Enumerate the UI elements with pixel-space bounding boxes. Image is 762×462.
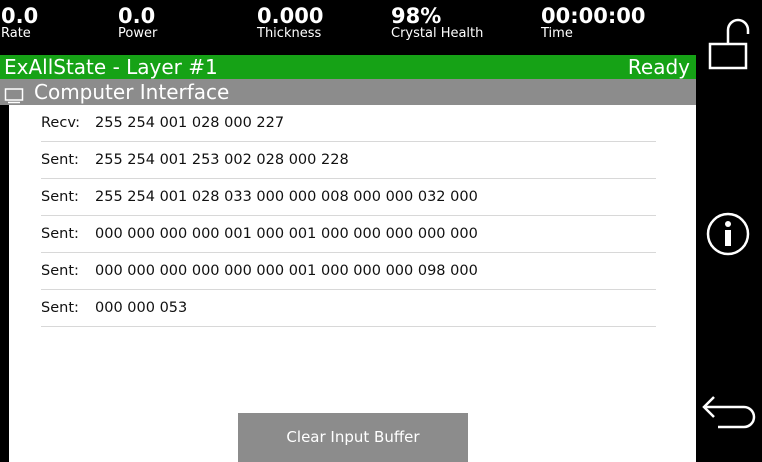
time-label: Time bbox=[541, 26, 573, 41]
log-data: 000 000 053 bbox=[95, 300, 188, 316]
crystal-health-value: 98% bbox=[391, 4, 442, 28]
log-data: 255 254 001 253 002 028 000 228 bbox=[95, 152, 349, 168]
log-kind: Sent: bbox=[41, 189, 79, 205]
log-row: Sent: 255 254 001 028 033 000 000 008 000… bbox=[41, 179, 656, 216]
side-toolbar bbox=[696, 0, 762, 462]
section-title: Computer Interface bbox=[34, 80, 230, 104]
power-readout: 0.0 Power bbox=[118, 4, 158, 41]
info-icon[interactable] bbox=[704, 210, 752, 262]
clear-input-buffer-button[interactable]: Clear Input Buffer bbox=[238, 413, 468, 462]
rate-label: Rate bbox=[1, 26, 31, 41]
log-kind: Sent: bbox=[41, 300, 79, 316]
log-row: Sent: 000 000 053 bbox=[41, 290, 656, 327]
status-bar: 0.0 Rate 0.0 Power 0.000 Thickness 98% C… bbox=[0, 0, 696, 55]
log-row: Sent: 000 000 000 000 000 000 001 000 000… bbox=[41, 253, 656, 290]
log-kind: Sent: bbox=[41, 152, 79, 168]
power-label: Power bbox=[118, 26, 158, 41]
log-row: Sent: 255 254 001 253 002 028 000 228 bbox=[41, 142, 656, 179]
rate-value: 0.0 bbox=[1, 4, 39, 28]
crystal-health-readout: 98% Crystal Health bbox=[391, 4, 484, 41]
log-row: Sent: 000 000 000 000 001 000 001 000 000… bbox=[41, 216, 656, 253]
log-kind: Sent: bbox=[41, 263, 79, 279]
log-data: 000 000 000 000 001 000 001 000 000 000 … bbox=[95, 226, 478, 242]
layer-status-bar: ExAllState - Layer #1 Ready bbox=[0, 55, 696, 79]
thickness-readout: 0.000 Thickness bbox=[257, 4, 324, 41]
power-value: 0.0 bbox=[118, 4, 156, 28]
layer-title: ExAllState - Layer #1 bbox=[4, 55, 218, 79]
thickness-value: 0.000 bbox=[257, 4, 324, 28]
time-value: 00:00:00 bbox=[541, 4, 646, 28]
state-badge: Ready bbox=[627, 55, 690, 79]
log-panel: Recv: 255 254 001 028 000 227 Sent: 255 25… bbox=[9, 105, 696, 462]
crystal-health-label: Crystal Health bbox=[391, 26, 484, 41]
rate-readout: 0.0 Rate bbox=[1, 4, 39, 41]
log-kind: Recv: bbox=[41, 115, 80, 131]
lock-open-icon[interactable] bbox=[705, 15, 753, 75]
section-header: Computer Interface bbox=[0, 79, 696, 105]
log-row: Recv: 255 254 001 028 000 227 bbox=[41, 105, 656, 142]
log-data: 255 254 001 028 033 000 000 008 000 000 … bbox=[95, 189, 478, 205]
log-data: 255 254 001 028 000 227 bbox=[95, 115, 285, 131]
log-kind: Sent: bbox=[41, 226, 79, 242]
time-readout: 00:00:00 Time bbox=[541, 4, 646, 41]
log-data: 000 000 000 000 000 000 001 000 000 000 … bbox=[95, 263, 478, 279]
back-arrow-icon[interactable] bbox=[700, 394, 760, 442]
thickness-label: Thickness bbox=[257, 26, 322, 41]
monitor-icon bbox=[4, 84, 24, 104]
